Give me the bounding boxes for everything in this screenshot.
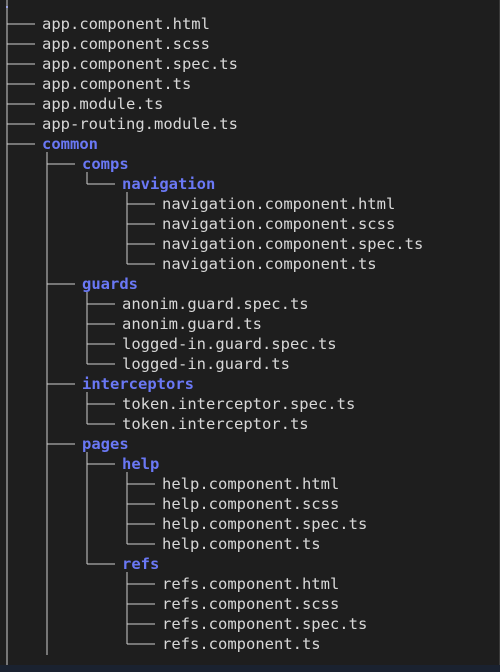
tree-file[interactable]: navigation.component.scss: [162, 214, 395, 234]
tree-file[interactable]: navigation.component.spec.ts: [162, 234, 423, 254]
tree-file[interactable]: navigation.component.html: [162, 194, 395, 214]
tree-file[interactable]: help.component.spec.ts: [162, 514, 367, 534]
tree-file[interactable]: logged-in.guard.spec.ts: [122, 334, 337, 354]
terminal-window: app.component.html app.component.scss app.…: [0, 0, 500, 672]
tree-file[interactable]: refs.component.html: [162, 574, 339, 594]
tree-file[interactable]: app.component.scss: [42, 34, 210, 54]
tree-file[interactable]: navigation.component.ts: [162, 254, 377, 274]
tree-file[interactable]: logged-in.guard.ts: [122, 354, 290, 374]
tree-file[interactable]: help.component.html: [162, 474, 339, 494]
tree-file[interactable]: app-routing.module.ts: [42, 114, 238, 134]
tree-file[interactable]: refs.component.scss: [162, 594, 339, 614]
tree-file[interactable]: refs.component.ts: [162, 634, 321, 654]
tree-file[interactable]: anonim.guard.ts: [122, 314, 262, 334]
tree-file[interactable]: app.component.spec.ts: [42, 54, 238, 74]
tree-folder[interactable]: help: [122, 454, 159, 474]
tree-file[interactable]: app.module.ts: [42, 94, 163, 114]
tree-folder[interactable]: common: [42, 134, 98, 154]
tree-folder[interactable]: interceptors: [82, 374, 194, 394]
bottom-bar: [0, 665, 500, 672]
tree-file[interactable]: help.component.scss: [162, 494, 339, 514]
tree-folder[interactable]: pages: [82, 434, 129, 454]
tree-folder[interactable]: refs: [122, 554, 159, 574]
tree-folder[interactable]: guards: [82, 274, 138, 294]
tree-folder[interactable]: comps: [82, 154, 129, 174]
tree-file[interactable]: app.component.html: [42, 14, 210, 34]
tree-file[interactable]: app.component.ts: [42, 74, 191, 94]
tree-file[interactable]: help.component.ts: [162, 534, 321, 554]
tree-file[interactable]: anonim.guard.spec.ts: [122, 294, 309, 314]
tree-folder[interactable]: navigation: [122, 174, 215, 194]
tree-file[interactable]: token.interceptor.spec.ts: [122, 394, 355, 414]
tree-file[interactable]: token.interceptor.ts: [122, 414, 309, 434]
tree-file[interactable]: refs.component.spec.ts: [162, 614, 367, 634]
